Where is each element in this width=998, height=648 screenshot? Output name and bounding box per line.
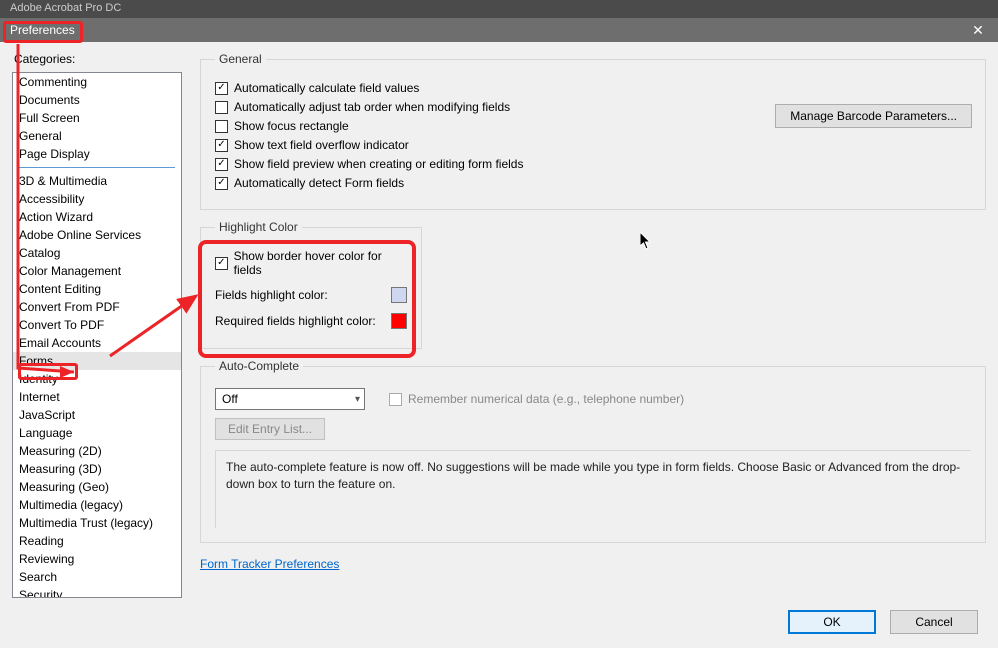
category-item[interactable]: Multimedia (legacy) <box>13 496 181 514</box>
label-fields-color: Fields highlight color: <box>215 288 385 302</box>
form-tracker-link[interactable]: Form Tracker Preferences <box>200 557 339 571</box>
preferences-dialog: Preferences ✕ Categories: CommentingDocu… <box>0 18 998 648</box>
label-detect: Automatically detect Form fields <box>234 176 404 190</box>
highlight-group: Highlight Color Show border hover color … <box>200 220 422 349</box>
category-item[interactable]: Measuring (2D) <box>13 442 181 460</box>
checkbox-detect[interactable] <box>215 177 228 190</box>
category-item[interactable]: Convert To PDF <box>13 316 181 334</box>
label-preview: Show field preview when creating or edit… <box>234 157 523 171</box>
category-item[interactable]: Commenting <box>13 73 181 91</box>
category-item[interactable]: Documents <box>13 91 181 109</box>
category-item[interactable]: 3D & Multimedia <box>13 172 181 190</box>
required-color-swatch[interactable] <box>391 313 407 329</box>
cancel-button[interactable]: Cancel <box>890 610 978 634</box>
label-show-border: Show border hover color for fields <box>234 249 407 277</box>
category-item[interactable]: JavaScript <box>13 406 181 424</box>
highlight-legend: Highlight Color <box>215 220 302 234</box>
category-item[interactable]: Internet <box>13 388 181 406</box>
category-item[interactable]: Reviewing <box>13 550 181 568</box>
categories-list[interactable]: CommentingDocumentsFull ScreenGeneralPag… <box>12 72 182 598</box>
category-item[interactable]: Action Wizard <box>13 208 181 226</box>
label-overflow: Show text field overflow indicator <box>234 138 409 152</box>
category-item[interactable]: General <box>13 127 181 145</box>
category-item[interactable]: Security <box>13 586 181 598</box>
category-item[interactable]: Search <box>13 568 181 586</box>
autocomplete-group: Auto-Complete Off ▾ Remember numerical d… <box>200 359 986 543</box>
autocomplete-legend: Auto-Complete <box>215 359 303 373</box>
checkbox-remember <box>389 393 402 406</box>
label-required-color: Required fields highlight color: <box>215 314 385 328</box>
label-remember: Remember numerical data (e.g., telephone… <box>408 392 684 406</box>
category-item[interactable]: Content Editing <box>13 280 181 298</box>
checkbox-show-border[interactable] <box>215 257 228 270</box>
autocomplete-select[interactable]: Off ▾ <box>215 388 365 410</box>
autocomplete-description: The auto-complete feature is now off. No… <box>215 450 971 528</box>
app-title: Adobe Acrobat Pro DC <box>10 2 121 14</box>
checkbox-auto-tab[interactable] <box>215 101 228 114</box>
category-item[interactable]: Convert From PDF <box>13 298 181 316</box>
fields-color-swatch[interactable] <box>391 287 407 303</box>
category-item[interactable]: Language <box>13 424 181 442</box>
category-item[interactable]: Forms <box>13 352 181 370</box>
category-item[interactable]: Accessibility <box>13 190 181 208</box>
checkbox-focus-rect[interactable] <box>215 120 228 133</box>
category-item[interactable]: Identity <box>13 370 181 388</box>
category-divider <box>19 167 175 168</box>
label-focus-rect: Show focus rectangle <box>234 119 349 133</box>
edit-entry-list-button: Edit Entry List... <box>215 418 325 440</box>
dialog-body: Categories: CommentingDocumentsFull Scre… <box>0 42 998 598</box>
label-auto-calc: Automatically calculate field values <box>234 81 419 95</box>
category-item[interactable]: Measuring (3D) <box>13 460 181 478</box>
categories-panel: Categories: CommentingDocumentsFull Scre… <box>12 52 182 598</box>
category-item[interactable]: Color Management <box>13 262 181 280</box>
general-legend: General <box>215 52 266 66</box>
checkbox-overflow[interactable] <box>215 139 228 152</box>
checkbox-auto-calc[interactable] <box>215 82 228 95</box>
category-item[interactable]: Adobe Online Services <box>13 226 181 244</box>
category-item[interactable]: Catalog <box>13 244 181 262</box>
autocomplete-selected: Off <box>222 392 238 406</box>
settings-panel: General Automatically calculate field va… <box>200 52 986 598</box>
ok-button[interactable]: OK <box>788 610 876 634</box>
dialog-title-bar[interactable]: Preferences ✕ <box>0 18 998 42</box>
dialog-footer: OK Cancel <box>0 598 998 648</box>
manage-barcode-button[interactable]: Manage Barcode Parameters... <box>775 104 972 128</box>
category-item[interactable]: Reading <box>13 532 181 550</box>
close-icon[interactable]: ✕ <box>958 18 998 42</box>
category-item[interactable]: Email Accounts <box>13 334 181 352</box>
category-item[interactable]: Full Screen <box>13 109 181 127</box>
category-item[interactable]: Page Display <box>13 145 181 163</box>
checkbox-preview[interactable] <box>215 158 228 171</box>
categories-label: Categories: <box>12 52 182 66</box>
app-title-bar: Adobe Acrobat Pro DC <box>0 0 998 18</box>
label-auto-tab: Automatically adjust tab order when modi… <box>234 100 510 114</box>
dialog-title: Preferences <box>0 20 85 40</box>
chevron-down-icon: ▾ <box>355 394 360 405</box>
general-group: General Automatically calculate field va… <box>200 52 986 210</box>
category-item[interactable]: Measuring (Geo) <box>13 478 181 496</box>
category-item[interactable]: Multimedia Trust (legacy) <box>13 514 181 532</box>
